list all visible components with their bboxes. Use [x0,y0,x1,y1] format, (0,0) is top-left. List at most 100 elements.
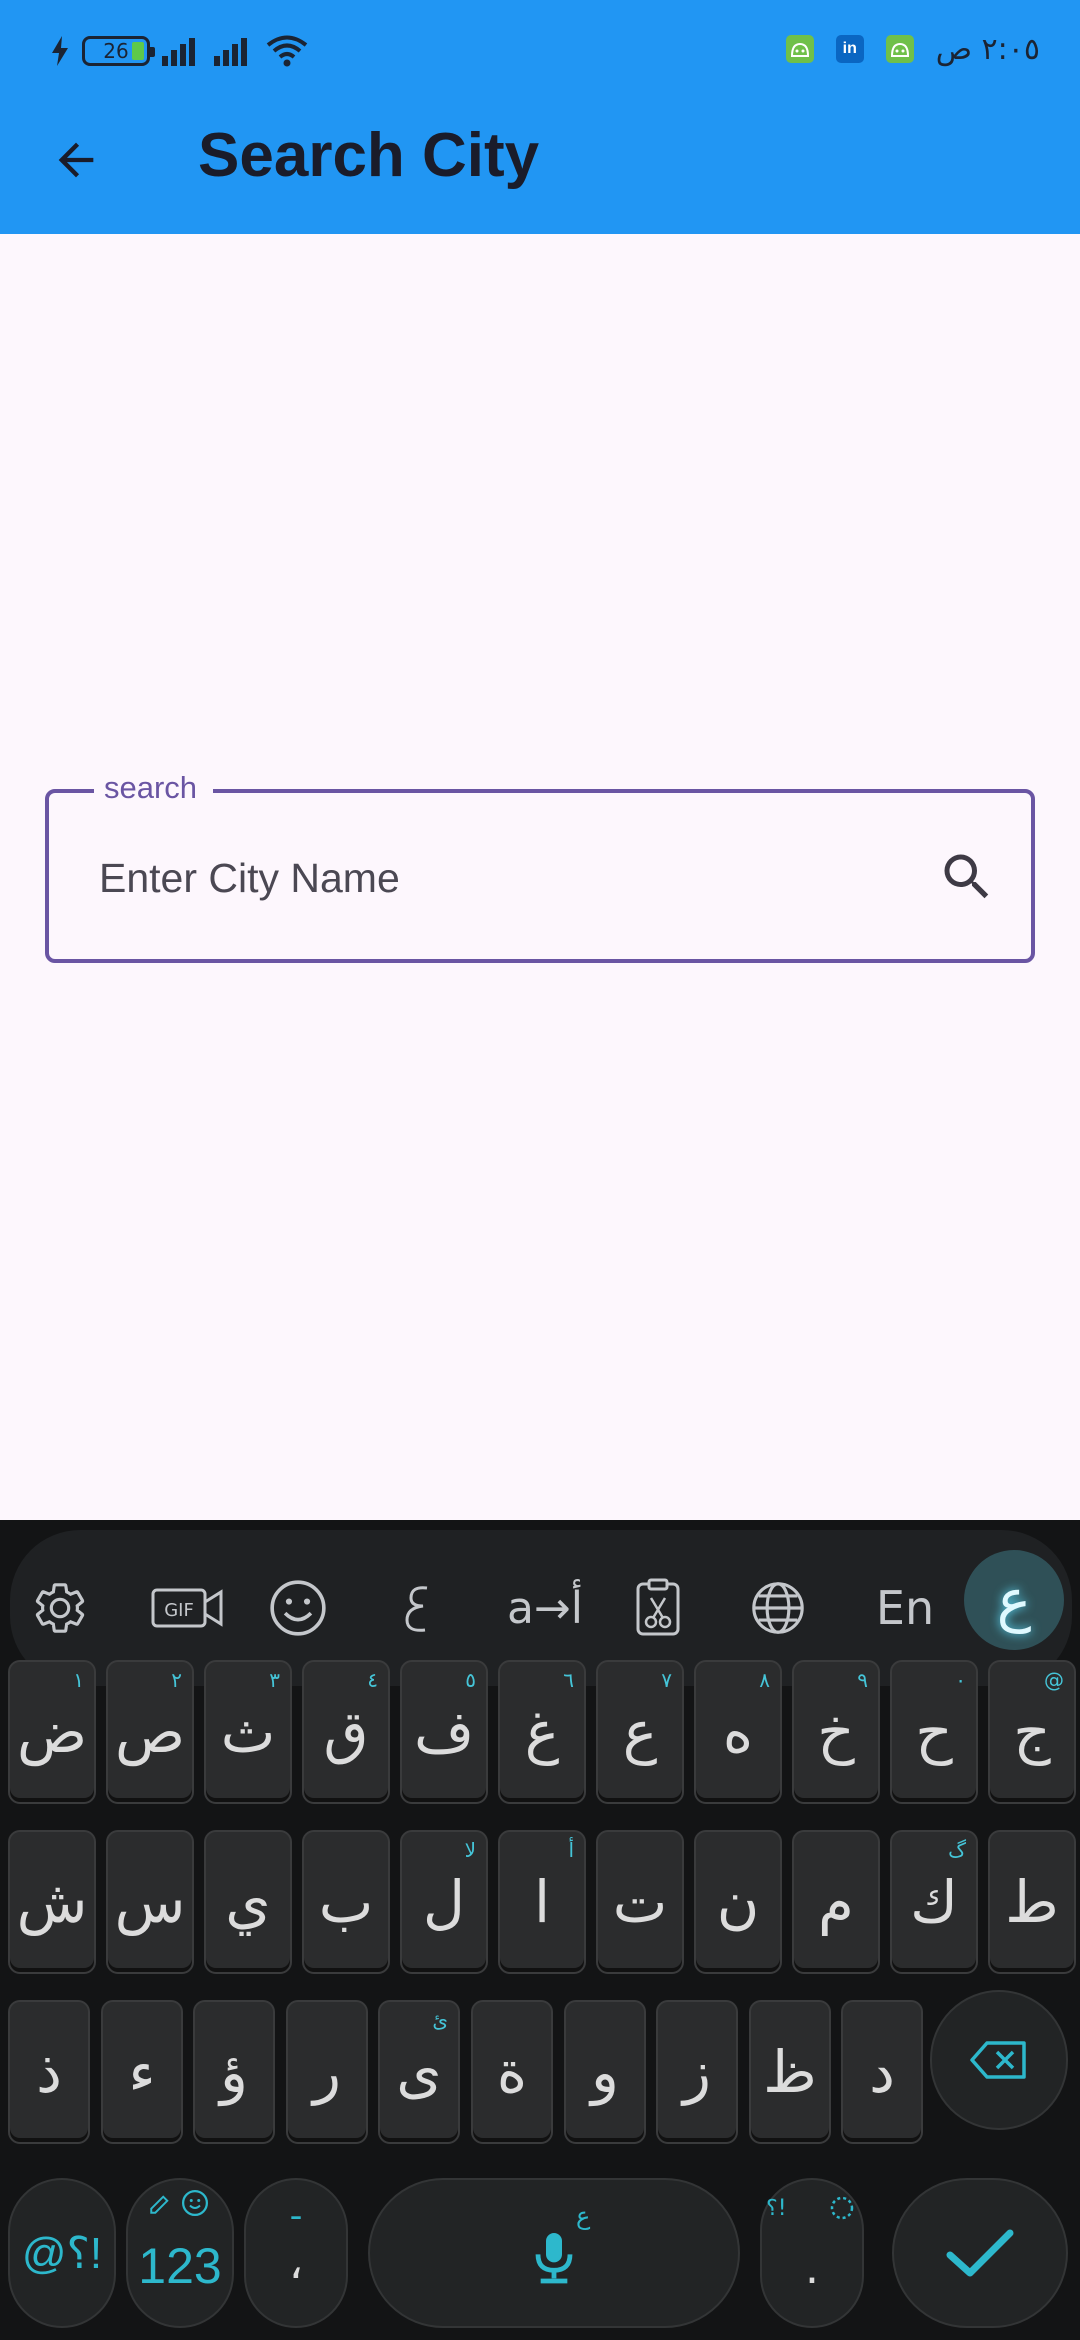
key-char: و [590,2038,619,2106]
status-bar: 26 in ٢:٠٥ ص [0,0,1080,100]
key-char: ة [496,2038,528,2106]
battery-icon: 26 [82,36,155,66]
emoji-small-icon [182,2190,208,2216]
letter-key[interactable]: ف٥ [400,1660,488,1804]
signal-icon [162,38,195,66]
key-hint: ٦ [563,1668,574,1692]
english-label: En [875,1581,935,1635]
letter-key[interactable]: ظ [749,2000,831,2144]
pencil-icon [150,2195,169,2214]
checkmark-icon [946,2229,1014,2277]
symbols-key[interactable]: @؟! [8,2178,116,2328]
status-left: 26 [50,30,308,72]
letter-key[interactable]: ب [302,1830,390,1974]
key-char: ف [413,1698,475,1766]
key-char: ي [225,1868,271,1936]
city-search-input[interactable] [99,833,899,923]
letter-key[interactable]: ع٧ [596,1660,684,1804]
numbers-label: 123 [138,2238,222,2294]
key-char: ؤ [219,2038,248,2106]
key-char: ح [915,1698,953,1766]
key-char: ر [312,2038,341,2106]
key-char: ظ [763,2038,817,2106]
search-button[interactable] [935,845,999,909]
key-char: ز [682,2038,711,2106]
key-char: ت [612,1868,668,1936]
backspace-key[interactable] [930,1990,1068,2130]
soft-keyboard: GIF a→أ En ع ض ١ ص ٢ ث ٣ ق ٤ ف ٥ غ ٦ ع ٧ ه ٨ خ ٩ ح ٠ ج @ ش س ي ب ل… [0,1520,1080,2340]
key-char: ا [533,1868,551,1936]
comma-key[interactable]: ـ ، [244,2178,348,2328]
app-bar: Search City [0,100,1080,234]
settings-icon [35,1583,85,1633]
letter-key[interactable]: د [841,2000,923,2144]
letter-key[interactable]: ج @ [988,1660,1076,1804]
letter-key[interactable]: ن [694,1830,782,1974]
key-char: ب [318,1868,374,1936]
battery-fill [132,42,144,60]
key-char: ع [622,1698,658,1766]
key-hint: ٨ [759,1668,770,1692]
letter-key[interactable]: ؤ [193,2000,275,2144]
key-hint: ئ [432,2008,448,2032]
space-key[interactable]: ع [368,2178,740,2328]
letter-key[interactable]: ط [988,1830,1076,1974]
city-search-field[interactable]: search [45,765,1035,963]
loading-dots-icon [830,2196,854,2220]
language-ar-button[interactable]: ع [964,1550,1064,1650]
letter-key[interactable]: ء [101,2000,183,2144]
letter-key[interactable]: اأ [498,1830,586,1974]
letter-key[interactable]: ض١ [8,1660,96,1804]
arabic-label: ع [996,1566,1032,1634]
gif-label: GIF [164,1600,194,1621]
search-icon [944,854,989,899]
key-hint: ٢ [171,1668,182,1692]
key-hint: ٩ [857,1668,868,1692]
numbers-key[interactable]: 123 [126,2178,234,2328]
letter-key[interactable]: ث٣ [204,1660,292,1804]
key-hint: @ [1044,1668,1064,1692]
page-title: Search City [198,121,540,190]
letter-key[interactable]: خ٩ [792,1660,880,1804]
period-label: . [805,2242,819,2294]
letter-key[interactable]: س [106,1830,194,1974]
letter-key[interactable]: و [564,2000,646,2144]
letter-key[interactable]: غ٦ [498,1660,586,1804]
letter-key[interactable]: ي [204,1830,292,1974]
key-hint: أ [568,1838,574,1862]
letter-key[interactable]: ذ [8,2000,90,2144]
android-app-icon [885,35,914,63]
key-char: ء [128,2038,156,2106]
handwriting-icon [405,1586,428,1632]
letter-key[interactable]: ل لا [400,1830,488,1974]
letter-key[interactable]: كگ [890,1830,978,1974]
key-hint: ٣ [269,1668,280,1692]
letter-key[interactable]: ت [596,1830,684,1974]
letter-key[interactable]: ه٨ [694,1660,782,1804]
key-char: د [869,2038,895,2106]
arrow-back-icon [58,142,94,178]
emoji-icon [270,1580,326,1636]
period-hint: ؟! [766,2196,787,2221]
letter-key[interactable]: ز [656,2000,738,2144]
letter-key[interactable]: ر [286,2000,368,2144]
enter-key[interactable] [892,2178,1068,2328]
key-char: ص [114,1698,186,1766]
status-time: ٢:٠٥ ص [935,31,1040,67]
letter-key[interactable]: م [792,1830,880,1974]
wifi-icon [266,35,308,67]
key-char: م [818,1868,854,1936]
backspace-icon [970,2041,1026,2079]
comma-label: ، [288,2237,304,2289]
letter-key[interactable]: ة [471,2000,553,2144]
letter-key[interactable]: ص٢ [106,1660,194,1804]
letter-key[interactable]: ىئ [378,2000,460,2144]
letter-key[interactable]: ح٠ [890,1660,978,1804]
back-button[interactable] [40,124,112,196]
android-app-icon [785,35,814,63]
period-key[interactable]: ؟! . [760,2178,864,2328]
key-char: ى [396,2038,442,2106]
letter-key[interactable]: ق٤ [302,1660,390,1804]
letter-key[interactable]: ش [8,1830,96,1974]
space-hint: ع [576,2202,591,2230]
